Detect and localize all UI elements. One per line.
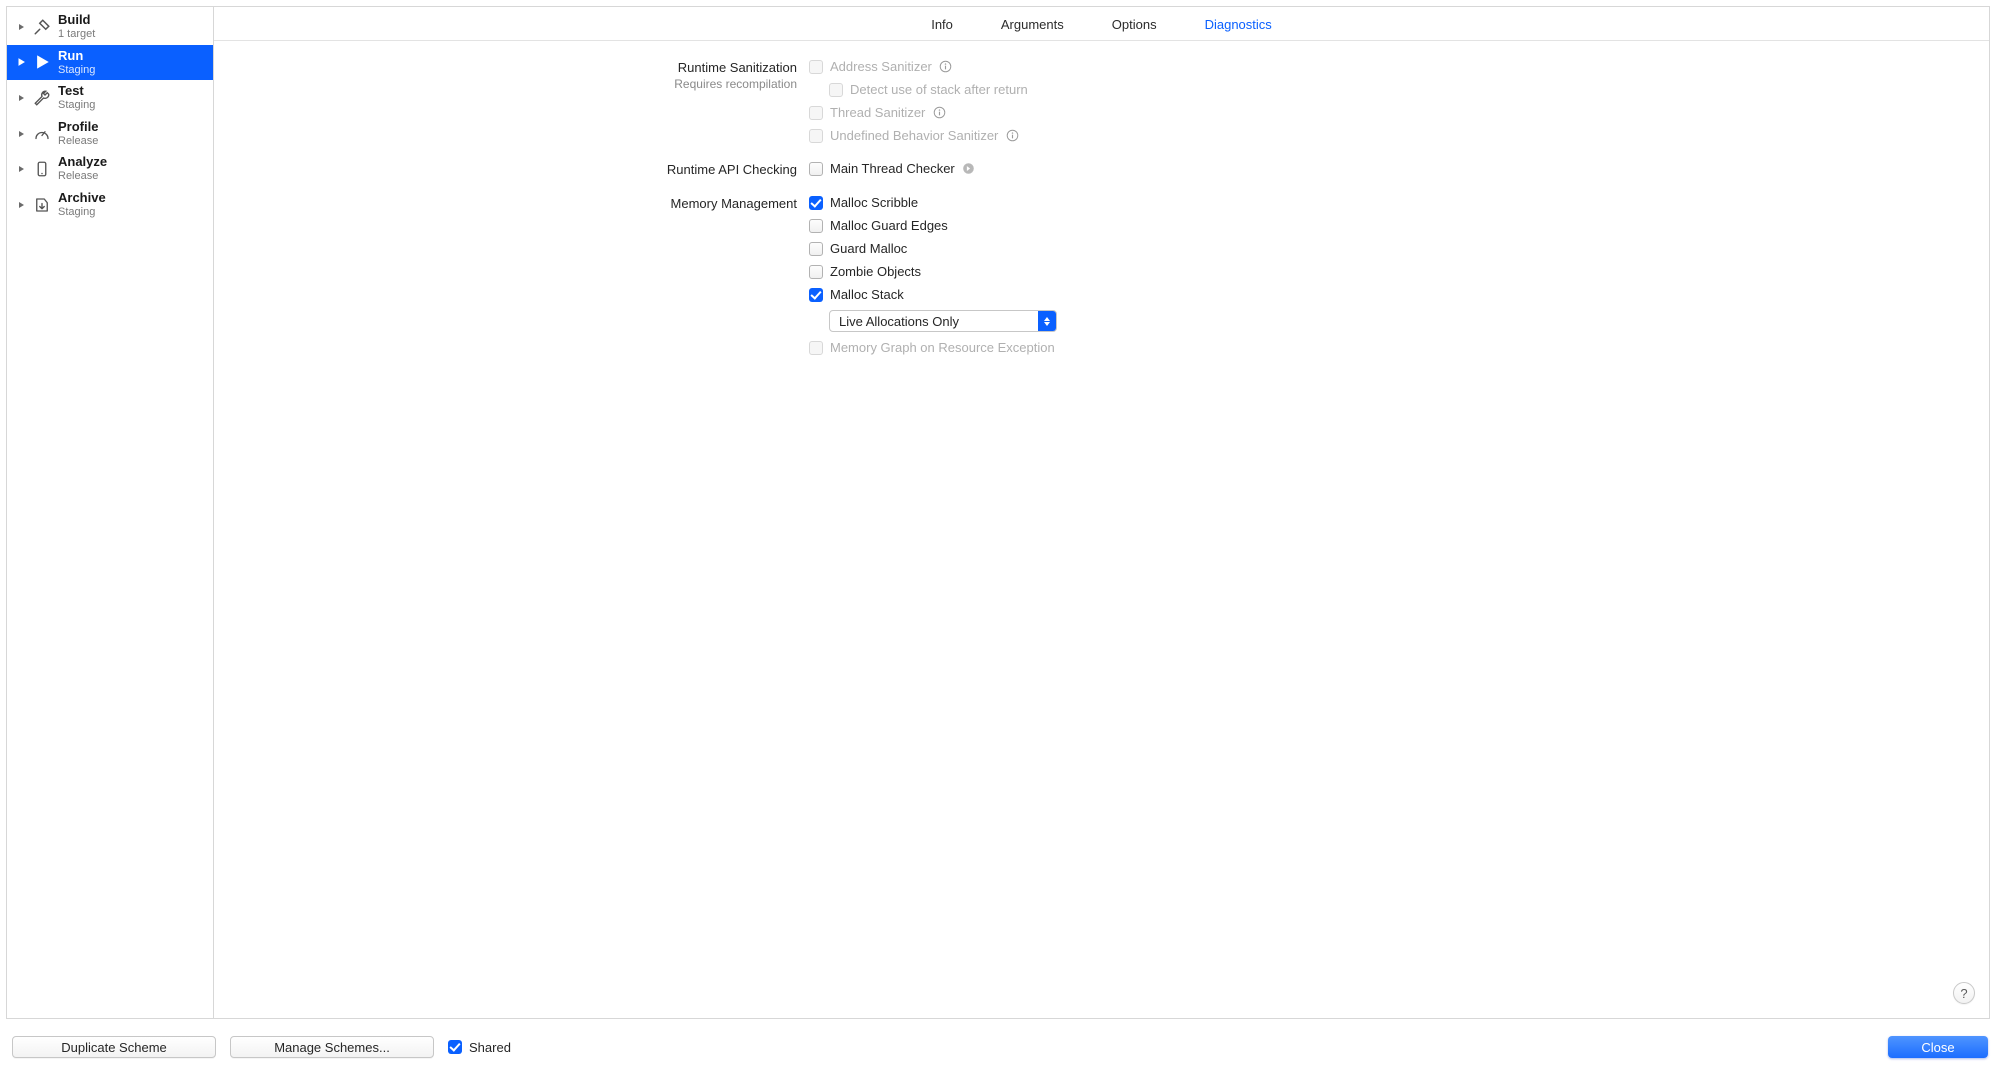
info-icon[interactable] — [939, 60, 953, 74]
checkbox-zombie-objects[interactable] — [809, 265, 823, 279]
sidebar-item-test[interactable]: Test Staging — [7, 80, 213, 116]
checkbox-thread-sanitizer — [809, 106, 823, 120]
shared-checkbox-row[interactable]: Shared — [448, 1040, 511, 1055]
checkbox-row-malloc-guard-edges[interactable]: Malloc Guard Edges — [809, 218, 1979, 233]
checkbox-guard-malloc[interactable] — [809, 242, 823, 256]
tab-diagnostics[interactable]: Diagnostics — [1205, 17, 1272, 32]
checkbox-row-malloc-stack[interactable]: Malloc Stack — [809, 287, 1979, 302]
section-label-memory: Memory Management — [671, 196, 797, 211]
checkbox-label: Shared — [469, 1040, 511, 1055]
sidebar-item-run[interactable]: Run Staging — [7, 45, 213, 81]
manage-schemes-button[interactable]: Manage Schemes... — [230, 1036, 434, 1058]
sidebar-item-build[interactable]: Build 1 target — [7, 9, 213, 45]
sidebar-item-title: Run — [58, 49, 95, 64]
sidebar-item-archive[interactable]: Archive Staging — [7, 187, 213, 223]
close-button[interactable]: Close — [1888, 1036, 1988, 1058]
select-value: Live Allocations Only — [830, 314, 1038, 329]
checkbox-row-guard-malloc[interactable]: Guard Malloc — [809, 241, 1979, 256]
sidebar-item-subtitle: Release — [58, 170, 107, 183]
sidebar-item-title: Archive — [58, 191, 106, 206]
sidebar-item-subtitle: Staging — [58, 99, 95, 112]
sidebar-item-title: Build — [58, 13, 95, 28]
help-icon: ? — [1960, 986, 1967, 1001]
checkbox-label: Address Sanitizer — [830, 59, 932, 74]
checkbox-malloc-scribble[interactable] — [809, 196, 823, 210]
sidebar-item-profile[interactable]: Profile Release — [7, 116, 213, 152]
checkbox-label: Thread Sanitizer — [830, 105, 925, 120]
checkbox-label: Main Thread Checker — [830, 161, 955, 176]
tab-options[interactable]: Options — [1112, 17, 1157, 32]
checkbox-label: Guard Malloc — [830, 241, 907, 256]
arrow-icon[interactable] — [962, 162, 976, 176]
duplicate-scheme-button[interactable]: Duplicate Scheme — [12, 1036, 216, 1058]
disclosure-triangle-icon[interactable] — [17, 165, 26, 173]
disclosure-triangle-icon[interactable] — [17, 201, 26, 209]
sidebar-item-title: Analyze — [58, 155, 107, 170]
checkbox-label: Memory Graph on Resource Exception — [830, 340, 1055, 355]
scheme-tabs: Info Arguments Options Diagnostics — [214, 7, 1989, 41]
tab-arguments[interactable]: Arguments — [1001, 17, 1064, 32]
device-icon — [32, 159, 52, 179]
tab-info[interactable]: Info — [931, 17, 953, 32]
disclosure-triangle-icon[interactable] — [17, 58, 26, 66]
sidebar-item-title: Test — [58, 84, 95, 99]
play-icon — [32, 52, 52, 72]
select-stepper-icon[interactable] — [1038, 311, 1056, 331]
scheme-phase-sidebar: Build 1 target Run Staging — [7, 7, 214, 1018]
button-label: Manage Schemes... — [274, 1040, 390, 1055]
checkbox-undefined-behavior — [809, 129, 823, 143]
checkbox-malloc-stack[interactable] — [809, 288, 823, 302]
disclosure-triangle-icon[interactable] — [17, 130, 26, 138]
info-icon[interactable] — [1005, 129, 1019, 143]
scheme-content-pane: Info Arguments Options Diagnostics Runti… — [214, 7, 1989, 1018]
sidebar-item-analyze[interactable]: Analyze Release — [7, 151, 213, 187]
checkbox-malloc-guard-edges[interactable] — [809, 219, 823, 233]
disclosure-triangle-icon[interactable] — [17, 23, 26, 31]
info-icon[interactable] — [932, 106, 946, 120]
sidebar-item-subtitle: Release — [58, 135, 98, 148]
hammer-icon — [32, 17, 52, 37]
gauge-icon — [32, 124, 52, 144]
sidebar-item-subtitle: Staging — [58, 64, 95, 77]
scheme-editor-footer: Duplicate Scheme Manage Schemes... Share… — [0, 1019, 2000, 1075]
checkbox-label: Malloc Guard Edges — [830, 218, 948, 233]
section-label-sanitization: Runtime Sanitization — [678, 60, 797, 75]
checkbox-label: Malloc Scribble — [830, 195, 918, 210]
checkbox-address-sanitizer — [809, 60, 823, 74]
section-sublabel-sanitization: Requires recompilation — [224, 77, 797, 91]
sidebar-item-subtitle: 1 target — [58, 28, 95, 41]
checkbox-row-detect-stack: Detect use of stack after return — [809, 82, 1979, 97]
select-malloc-stack-mode[interactable]: Live Allocations Only — [829, 310, 1057, 332]
checkbox-label: Zombie Objects — [830, 264, 921, 279]
diagnostics-form: Runtime Sanitization Requires recompilat… — [214, 41, 1989, 1018]
wrench-icon — [32, 88, 52, 108]
disclosure-triangle-icon[interactable] — [17, 94, 26, 102]
checkbox-row-zombie-objects[interactable]: Zombie Objects — [809, 264, 1979, 279]
sidebar-item-title: Profile — [58, 120, 98, 135]
checkbox-label: Malloc Stack — [830, 287, 904, 302]
sidebar-item-subtitle: Staging — [58, 206, 106, 219]
checkbox-row-thread-sanitizer: Thread Sanitizer — [809, 105, 1979, 120]
scheme-editor-window: Build 1 target Run Staging — [6, 6, 1990, 1019]
button-label: Close — [1921, 1040, 1954, 1055]
checkbox-row-memory-graph-exception: Memory Graph on Resource Exception — [809, 340, 1979, 355]
checkbox-detect-stack — [829, 83, 843, 97]
section-label-api-checking: Runtime API Checking — [667, 162, 797, 177]
checkbox-shared[interactable] — [448, 1040, 462, 1054]
button-label: Duplicate Scheme — [61, 1040, 167, 1055]
checkbox-memory-graph-exception — [809, 341, 823, 355]
checkbox-row-undefined-behavior: Undefined Behavior Sanitizer — [809, 128, 1979, 143]
checkbox-main-thread-checker[interactable] — [809, 162, 823, 176]
help-button[interactable]: ? — [1953, 982, 1975, 1004]
checkbox-row-address-sanitizer: Address Sanitizer — [809, 59, 1979, 74]
checkbox-label: Undefined Behavior Sanitizer — [830, 128, 998, 143]
checkbox-row-malloc-scribble[interactable]: Malloc Scribble — [809, 195, 1979, 210]
checkbox-label: Detect use of stack after return — [850, 82, 1028, 97]
archive-icon — [32, 195, 52, 215]
checkbox-row-main-thread-checker[interactable]: Main Thread Checker — [809, 161, 1979, 176]
